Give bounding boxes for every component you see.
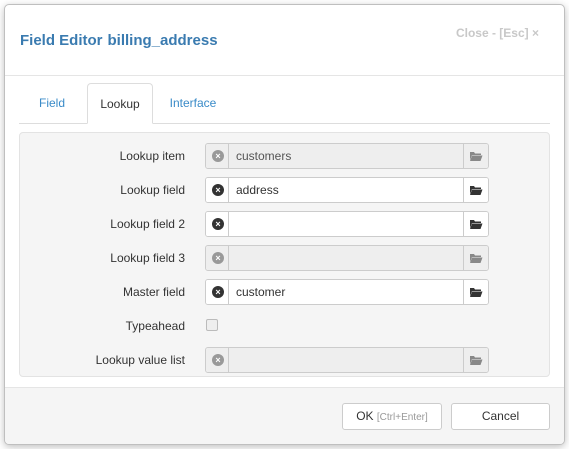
lookup-field-clear-button[interactable]: ×: [206, 178, 229, 202]
ok-label: OK: [356, 409, 374, 423]
row-lookup-field-2: Lookup field 2 ×: [20, 211, 549, 237]
lookup-item-input: × customers: [205, 143, 489, 169]
master-field-value: customer: [236, 285, 286, 299]
row-typeahead: Typeahead: [20, 313, 549, 339]
clear-circle-icon: ×: [212, 184, 224, 196]
dialog-title: Field Editor billing_address: [20, 32, 218, 49]
close-button[interactable]: Close - [Esc] ×: [456, 26, 539, 40]
folder-open-icon: [470, 254, 483, 263]
lookup-field-browse-button[interactable]: [463, 178, 488, 202]
ok-shortcut-hint: [Ctrl+Enter]: [376, 412, 428, 423]
title-prefix: Field Editor: [20, 32, 103, 49]
dialog-footer: OK [Ctrl+Enter] Cancel: [5, 387, 564, 444]
field-editor-dialog: Field Editor billing_address Close - [Esc…: [4, 4, 565, 445]
lookup-item-value: customers: [236, 149, 292, 163]
lookup-form: Lookup item × customers Lookup field × a…: [19, 132, 550, 377]
lookup-value-list-input: ×: [205, 347, 489, 373]
lookup-item-clear-button: ×: [206, 144, 229, 168]
row-lookup-field-3: Lookup field 3 ×: [20, 245, 549, 271]
typeahead-checkbox: [206, 319, 218, 331]
tab-lookup[interactable]: Lookup: [87, 83, 153, 124]
typeahead-label: Typeahead: [125, 319, 185, 333]
lookup-field-2-clear-button[interactable]: ×: [206, 212, 229, 236]
tab-field[interactable]: Field: [19, 83, 85, 123]
clear-circle-icon: ×: [212, 286, 224, 298]
lookup-field-3-browse-button: [463, 246, 488, 270]
row-master-field: Master field × customer: [20, 279, 549, 305]
lookup-field-2-input[interactable]: ×: [205, 211, 489, 237]
lookup-value-list-clear-button: ×: [206, 348, 229, 372]
folder-open-icon: [470, 152, 483, 161]
lookup-field-2-browse-button[interactable]: [463, 212, 488, 236]
lookup-field-label: Lookup field: [120, 183, 185, 197]
tab-bar: Field Lookup Interface: [19, 83, 550, 124]
clear-circle-icon: ×: [212, 150, 224, 162]
lookup-value-list-browse-button: [463, 348, 488, 372]
cancel-button[interactable]: Cancel: [451, 403, 550, 430]
row-lookup-value-list: Lookup value list ×: [20, 347, 549, 373]
master-field-input[interactable]: × customer: [205, 279, 489, 305]
master-field-label: Master field: [122, 285, 185, 299]
folder-open-icon: [470, 220, 483, 229]
lookup-value-list-label: Lookup value list: [95, 353, 185, 367]
row-lookup-item: Lookup item × customers: [20, 143, 549, 169]
row-lookup-field: Lookup field × address: [20, 177, 549, 203]
lookup-item-label: Lookup item: [119, 149, 185, 163]
lookup-field-2-label: Lookup field 2: [110, 217, 185, 231]
clear-circle-icon: ×: [212, 218, 224, 230]
clear-circle-icon: ×: [212, 354, 224, 366]
ok-button[interactable]: OK [Ctrl+Enter]: [342, 403, 442, 430]
lookup-field-3-label: Lookup field 3: [110, 251, 185, 265]
folder-open-icon: [470, 288, 483, 297]
lookup-field-value: address: [236, 183, 279, 197]
lookup-field-input[interactable]: × address: [205, 177, 489, 203]
lookup-item-browse-button: [463, 144, 488, 168]
master-field-browse-button[interactable]: [463, 280, 488, 304]
folder-open-icon: [470, 356, 483, 365]
lookup-field-3-clear-button: ×: [206, 246, 229, 270]
lookup-field-3-input: ×: [205, 245, 489, 271]
clear-circle-icon: ×: [212, 252, 224, 264]
folder-open-icon: [470, 186, 483, 195]
master-field-clear-button[interactable]: ×: [206, 280, 229, 304]
tab-interface[interactable]: Interface: [157, 83, 229, 123]
title-field-name: billing_address: [107, 32, 218, 49]
dialog-header: Field Editor billing_address Close - [Esc…: [5, 5, 564, 76]
